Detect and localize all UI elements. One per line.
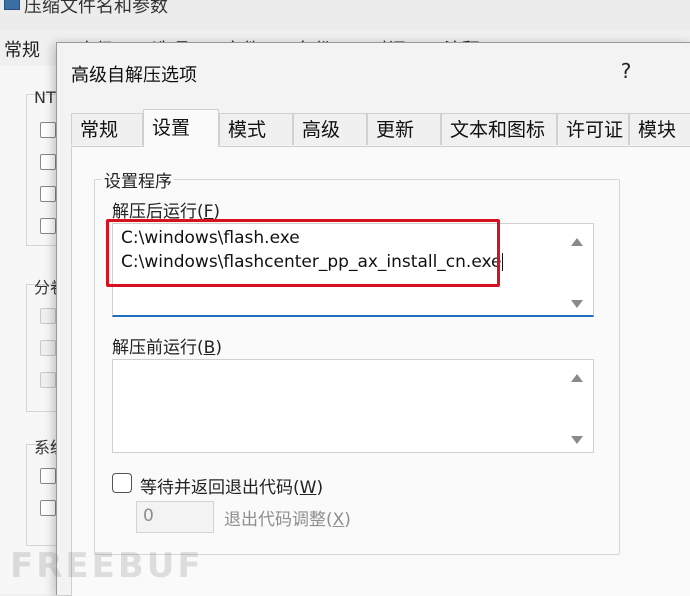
dialog-tabstrip: 常规 设置 模式 高级 更新 文本和图标 许可证 模块 xyxy=(71,109,690,147)
bg-group-label-nt: NT xyxy=(34,88,56,107)
bg-checkbox-disabled xyxy=(40,372,56,388)
run-before-label: 解压前运行(B) xyxy=(112,338,222,358)
red-highlight-box xyxy=(106,219,500,287)
tab-modules[interactable]: 模块 xyxy=(629,113,690,145)
advanced-sfx-options-dialog: 高级自解压选项 ? 常规 设置 模式 高级 更新 文本和图标 许可证 模块 设置… xyxy=(56,42,690,596)
bg-checkbox[interactable] xyxy=(40,468,56,484)
tab-setup[interactable]: 设置 xyxy=(143,109,219,147)
exit-code-label: 退出代码调整(X) xyxy=(224,510,351,530)
bg-checkbox-disabled xyxy=(40,340,56,356)
dialog-title: 高级自解压选项 xyxy=(71,65,197,86)
tab-update[interactable]: 更新 xyxy=(367,113,441,145)
watermark-logo: FREEBUF xyxy=(10,546,204,586)
tab-modes[interactable]: 模式 xyxy=(219,113,293,145)
tab-advanced[interactable]: 高级 xyxy=(293,113,367,145)
setup-group-legend: 设置程序 xyxy=(102,167,174,192)
scroll-down-icon[interactable] xyxy=(571,436,583,444)
background-window-titlebar: 压缩文件名和参数 xyxy=(0,0,690,30)
tab-text-and-icon[interactable]: 文本和图标 xyxy=(441,113,557,145)
scroll-down-icon[interactable] xyxy=(571,300,583,308)
bg-checkbox[interactable] xyxy=(40,500,56,516)
bg-checkbox[interactable] xyxy=(40,218,56,234)
help-button[interactable]: ? xyxy=(617,59,635,83)
text-caret xyxy=(502,253,504,271)
wait-exit-code-label: 等待并返回退出代码(W) xyxy=(140,478,324,498)
background-window-title: 压缩文件名和参数 xyxy=(24,0,168,17)
run-before-textarea[interactable] xyxy=(112,359,594,453)
scroll-up-icon[interactable] xyxy=(571,374,583,382)
exit-code-input[interactable]: 0 xyxy=(136,501,214,533)
tab-license[interactable]: 许可证 xyxy=(557,113,629,145)
setup-tab-panel: 设置程序 解压后运行(F) C:\windows\flash.exe C:\wi… xyxy=(71,146,690,596)
wait-exit-code-checkbox[interactable] xyxy=(112,473,132,493)
scroll-up-icon[interactable] xyxy=(571,238,583,246)
bg-checkbox[interactable] xyxy=(40,154,56,170)
bg-group-system xyxy=(26,444,58,546)
tab-general[interactable]: 常规 xyxy=(71,113,143,145)
bg-checkbox[interactable] xyxy=(40,186,56,202)
bg-tab-general[interactable]: 常规 xyxy=(4,36,40,62)
bg-checkbox[interactable] xyxy=(40,122,56,138)
bg-checkbox-disabled xyxy=(40,308,56,324)
archive-app-icon xyxy=(4,0,20,10)
